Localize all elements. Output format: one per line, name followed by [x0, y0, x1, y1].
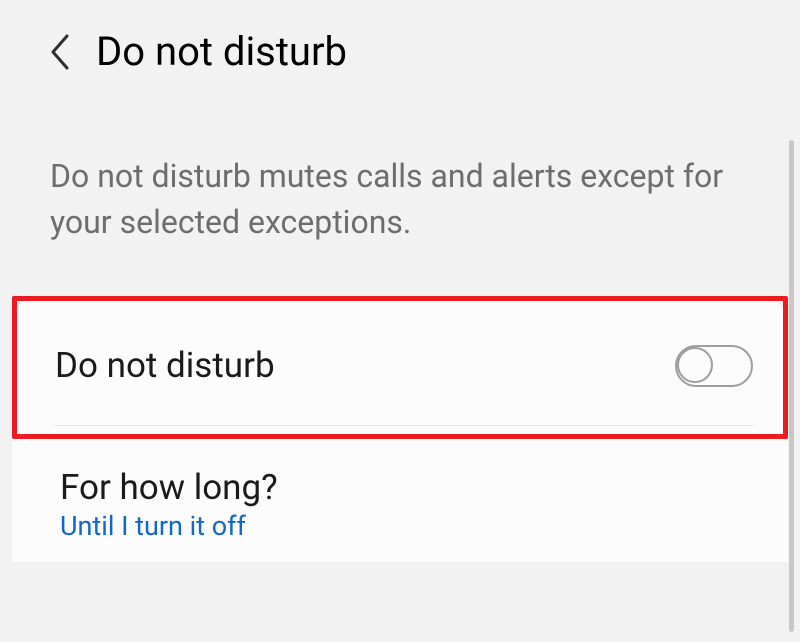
dnd-toggle-row[interactable]: Do not disturb: [55, 345, 753, 425]
duration-label: For how long?: [60, 467, 740, 508]
page-header: Do not disturb: [0, 0, 800, 93]
settings-card: Do not disturb For how long? Until I tur…: [12, 296, 788, 562]
page-title: Do not disturb: [96, 28, 347, 75]
dnd-toggle-switch[interactable]: [675, 345, 753, 387]
duration-value: Until I turn it off: [60, 510, 740, 542]
back-button[interactable]: [48, 32, 72, 72]
toggle-knob: [677, 347, 713, 383]
dnd-toggle-label: Do not disturb: [55, 345, 275, 386]
divider: [55, 425, 753, 426]
scrollbar[interactable]: [789, 140, 794, 632]
description-text: Do not disturb mutes calls and alerts ex…: [0, 93, 800, 296]
highlight-box: Do not disturb: [12, 296, 788, 439]
chevron-left-icon: [48, 32, 72, 72]
duration-row[interactable]: For how long? Until I turn it off: [12, 439, 788, 562]
